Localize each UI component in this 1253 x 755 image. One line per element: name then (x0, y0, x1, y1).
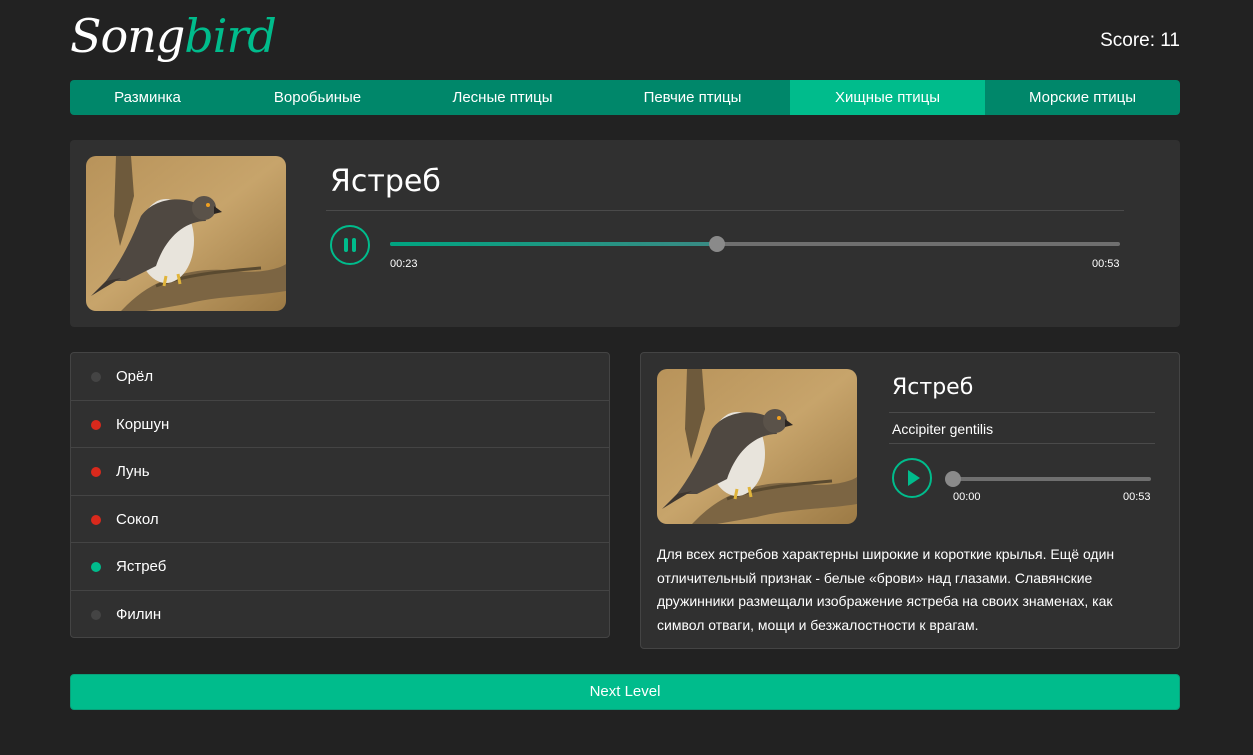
next-level-button[interactable]: Next Level (70, 674, 1180, 710)
play-button[interactable] (892, 458, 932, 498)
audio-time-duration: 00:53 (1123, 491, 1151, 503)
tab-seabirds[interactable]: Морские птицы (985, 80, 1180, 115)
answer-option[interactable]: Ястреб (71, 543, 609, 591)
answer-option[interactable]: Филин (71, 591, 609, 637)
answer-label: Лунь (116, 463, 150, 481)
tab-passerines[interactable]: Воробьиные (225, 80, 410, 115)
audio-progress-bar[interactable] (390, 236, 1120, 252)
answer-list: Орёл Коршун Лунь Сокол Ястреб Филин (70, 352, 610, 638)
audio-progress-handle[interactable] (945, 471, 961, 487)
logo: Songbird (70, 6, 277, 66)
status-dot (91, 372, 101, 382)
pause-button[interactable] (330, 225, 370, 265)
answer-label: Ястреб (116, 558, 167, 576)
audio-time-current: 00:23 (390, 258, 418, 270)
answer-label: Сокол (116, 510, 159, 528)
answer-option[interactable]: Лунь (71, 448, 609, 496)
answer-label: Орёл (116, 368, 154, 385)
header: Songbird Score: 11 (70, 0, 1180, 78)
answer-option[interactable]: Сокол (71, 496, 609, 544)
tab-songbirds[interactable]: Певчие птицы (595, 80, 790, 115)
current-question-panel: Ястреб 00:23 00:53 (70, 140, 1180, 327)
status-dot (91, 514, 101, 525)
audio-progress-bar[interactable] (945, 471, 1151, 487)
audio-time-duration: 00:53 (1092, 258, 1120, 270)
audio-progress-handle[interactable] (708, 236, 725, 252)
tab-forest-birds[interactable]: Лесные птицы (410, 80, 595, 115)
hawk-photo (657, 369, 857, 524)
audio-time-current: 00:00 (953, 491, 981, 503)
divider (889, 443, 1155, 444)
bird-description: Для всех ястребов характерны широкие и к… (657, 546, 1115, 633)
play-icon (908, 470, 920, 486)
details-latin-name: Accipiter gentilis (892, 421, 994, 437)
bird-details-panel: Ястреб Accipiter gentilis 00:00 00:53 Дл… (640, 352, 1180, 649)
pause-icon (344, 238, 356, 252)
status-dot (91, 609, 101, 620)
tab-warmup[interactable]: Разминка (70, 80, 225, 115)
audio-progress-fill (390, 242, 717, 246)
status-dot (91, 467, 101, 478)
status-dot (91, 419, 101, 430)
divider (889, 412, 1155, 413)
answer-option[interactable]: Орёл (71, 353, 609, 401)
score: Score: 11 (1100, 30, 1180, 51)
details-bird-name: Ястреб (892, 375, 974, 400)
divider (326, 210, 1124, 211)
answer-label: Коршун (116, 415, 170, 433)
hawk-photo (86, 156, 286, 311)
status-dot (91, 562, 101, 573)
logo-part-song: Song (70, 9, 185, 63)
logo-part-bird: bird (184, 9, 277, 63)
answer-label: Филин (116, 605, 162, 623)
current-bird-name: Ястреб (330, 164, 441, 199)
answer-option[interactable]: Коршун (71, 401, 609, 449)
tab-birds-of-prey[interactable]: Хищные птицы (790, 80, 985, 115)
category-nav: Разминка Воробьиные Лесные птицы Певчие … (70, 80, 1180, 115)
